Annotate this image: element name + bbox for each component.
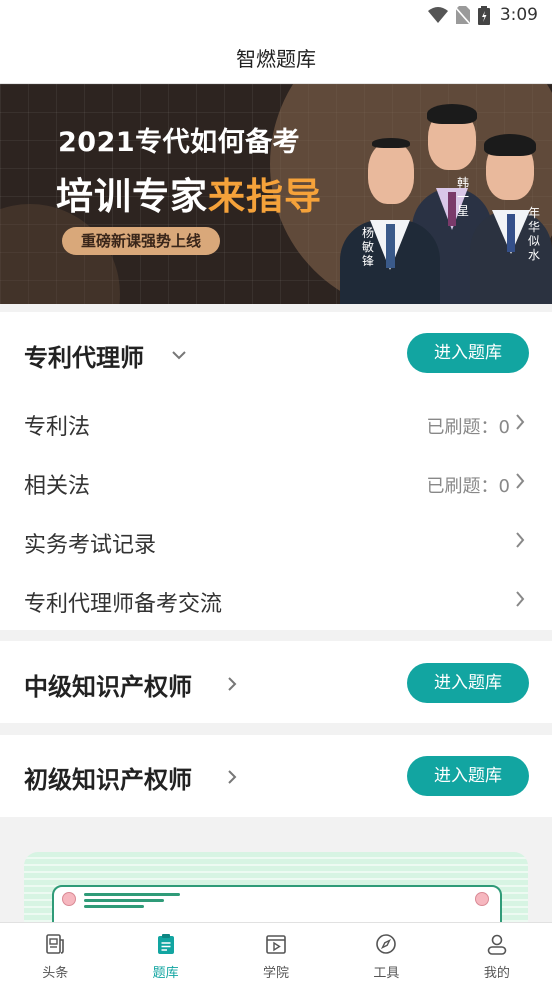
tab-label: 我的: [483, 966, 510, 981]
tab-profile[interactable]: 我的: [442, 923, 552, 983]
status-icons: 3:09: [427, 4, 538, 26]
page-title: 智燃题库: [236, 47, 316, 71]
practice-count: 已刷题：0: [426, 417, 510, 438]
list-item-label: 专利代理师备考交流: [24, 592, 223, 617]
enter-bank-button[interactable]: 进入题库: [407, 756, 529, 796]
list-item-label: 专利法: [24, 415, 91, 440]
promo-card-decoration: [84, 905, 144, 908]
promo-card-pin-left: [62, 892, 76, 906]
banner-person-1: [340, 128, 440, 304]
chevron-right-icon: [228, 677, 237, 691]
chevron-right-icon: [516, 532, 525, 548]
chevron-right-icon: [516, 473, 525, 489]
video-icon: [266, 935, 286, 954]
tab-label: 学院: [263, 966, 290, 981]
bottom-tab-bar: 头条 题库 学院 工具 我的: [0, 922, 552, 983]
chevron-down-icon[interactable]: [171, 350, 187, 360]
list-item-exam-record[interactable]: 实务考试记录: [0, 512, 552, 570]
status-time: 3:09: [499, 5, 538, 25]
section-title: 初级知识产权师: [24, 766, 192, 794]
status-bar: 3:09: [0, 0, 552, 30]
app-bar: 智燃题库: [0, 30, 552, 84]
section-title: 中级知识产权师: [24, 673, 192, 701]
chevron-right-icon: [516, 591, 525, 607]
promo-card-pin-right: [475, 892, 489, 906]
section-junior-ip[interactable]: 初级知识产权师 进入题库: [0, 735, 552, 817]
promo-banner[interactable]: 2021专代如何备考 培训专家来指导 重磅新课强势上线 韩一星 杨敏锋 年华似水: [0, 84, 552, 304]
promo-card-decoration: [84, 899, 164, 902]
tab-label: 工具: [373, 966, 400, 981]
chevron-right-icon: [516, 414, 525, 430]
list-item-related-law[interactable]: 相关法 已刷题：0: [0, 453, 552, 511]
practice-count: 已刷题：0: [426, 476, 510, 497]
battery-icon: [477, 5, 490, 25]
section-title[interactable]: 专利代理师: [24, 338, 144, 373]
chevron-right-icon: [228, 770, 237, 784]
question-bank-icon: [157, 934, 174, 954]
banner-person-name-1: 杨敏锋: [361, 226, 374, 268]
compass-icon: [376, 934, 397, 954]
tab-question-bank[interactable]: 题库: [110, 923, 220, 983]
tab-tools[interactable]: 工具: [331, 923, 441, 983]
wifi-icon: [427, 7, 448, 23]
banner-pill-badge: 重磅新课强势上线: [62, 227, 220, 255]
list-item-exam-discussion[interactable]: 专利代理师备考交流: [0, 571, 552, 629]
enter-bank-button[interactable]: 进入题库: [407, 663, 529, 703]
banner-person-name-3: 年华似水: [527, 206, 540, 262]
tab-label: 题库: [152, 966, 179, 981]
no-sim-icon: [455, 6, 470, 24]
list-item-patent-law[interactable]: 专利法 已刷题：0: [0, 394, 552, 452]
profile-icon: [487, 934, 507, 955]
tab-academy[interactable]: 学院: [221, 923, 331, 983]
tab-label: 头条: [42, 966, 69, 981]
section-intermediate-ip[interactable]: 中级知识产权师 进入题库: [0, 641, 552, 723]
tab-news[interactable]: 头条: [0, 923, 110, 983]
banner-person-name-2: 韩一星: [456, 176, 469, 218]
enter-bank-button[interactable]: 进入题库: [407, 333, 529, 373]
promo-card-decoration: [84, 893, 180, 896]
section-patent-agent: 专利代理师 进入题库 专利法 已刷题：0 相关法 已刷题：0 实务考试记录 专利…: [0, 312, 552, 630]
banner-headline: 2021专代如何备考: [58, 127, 301, 158]
list-item-label: 相关法: [24, 474, 91, 499]
news-icon: [46, 934, 65, 954]
banner-subheadline-main: 培训专家: [56, 175, 208, 218]
list-item-label: 实务考试记录: [24, 533, 157, 558]
banner-subheadline-highlight: 来指导: [208, 175, 322, 218]
banner-subheadline: 培训专家来指导: [56, 166, 322, 220]
